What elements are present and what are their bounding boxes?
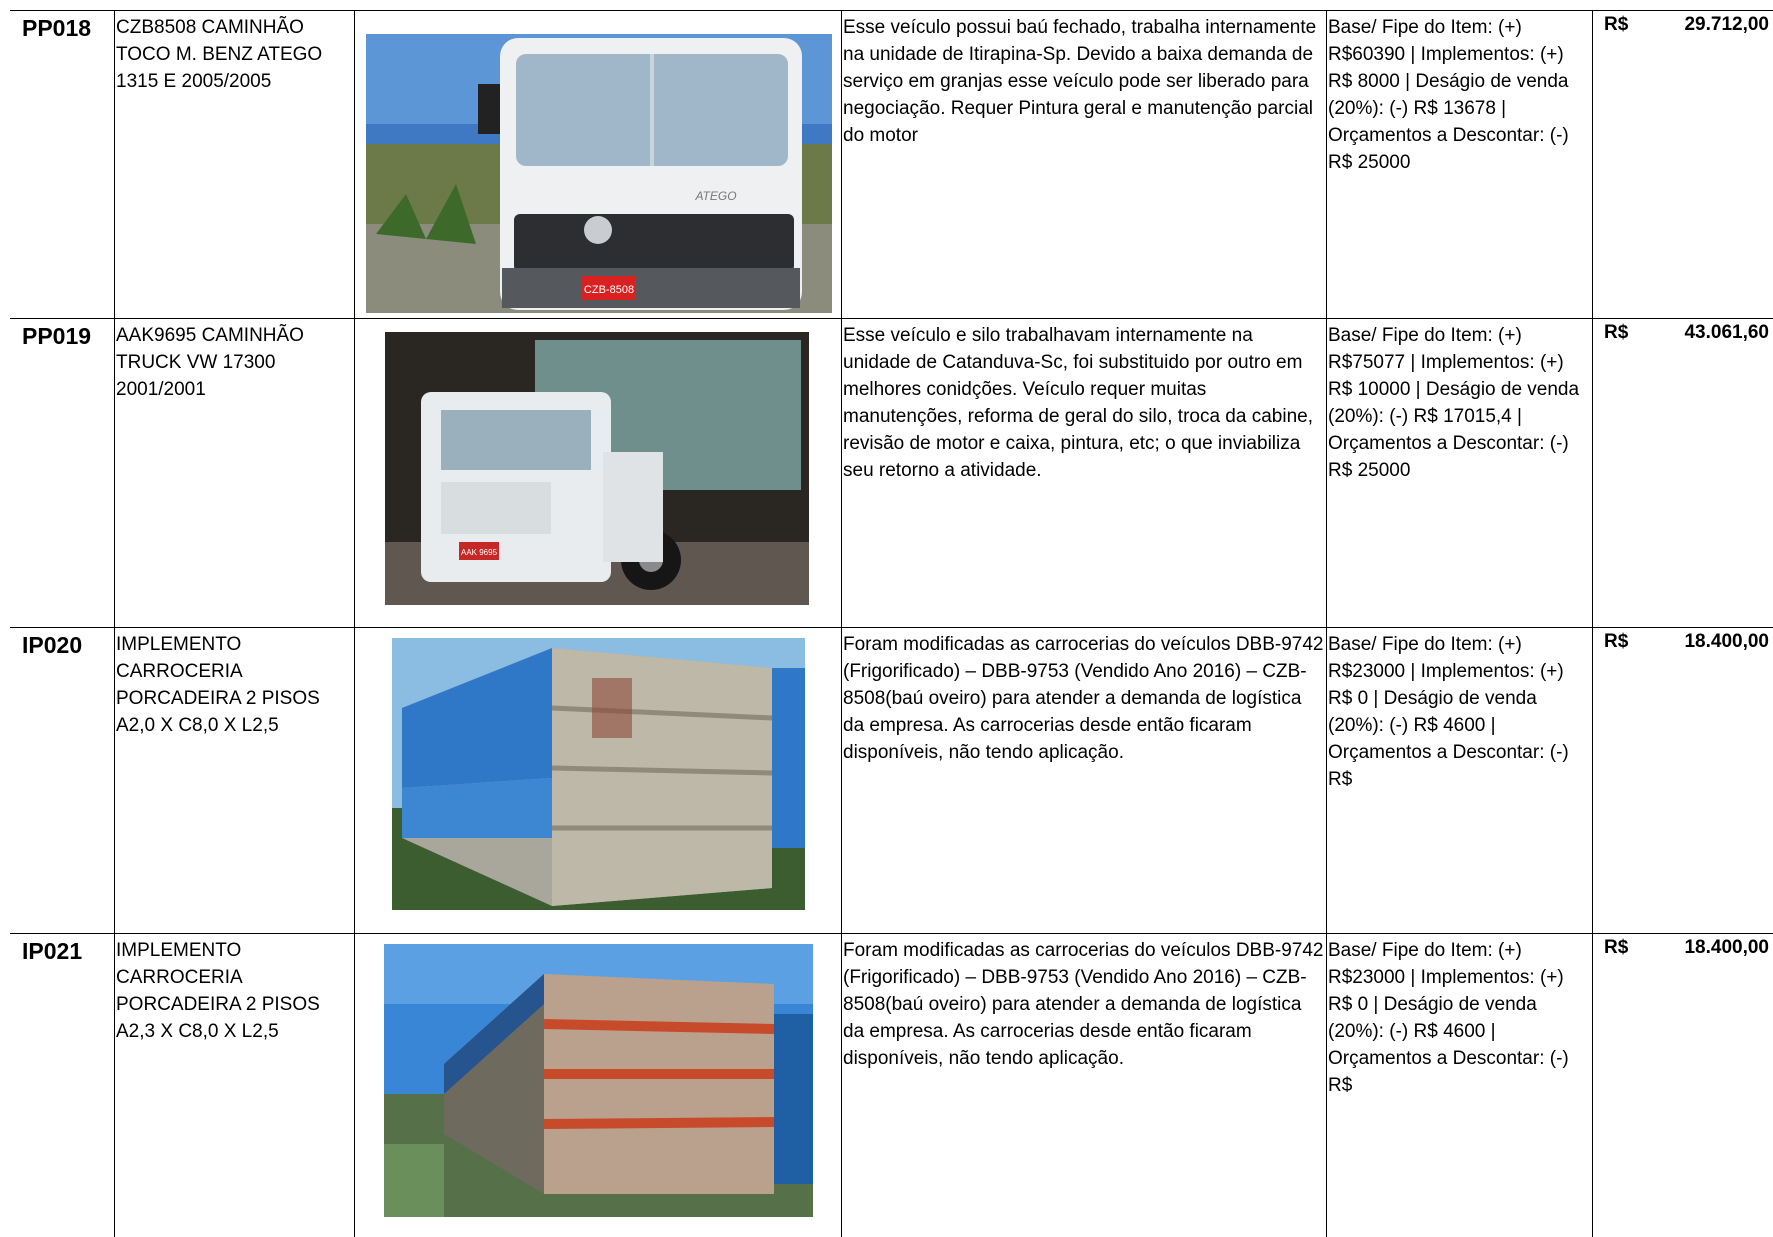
truck-body-photo — [384, 944, 813, 1217]
item-code: IP021 — [22, 938, 83, 964]
item-code: PP019 — [22, 323, 92, 349]
asset-table: PP018 CZB8508 CAMINHÃO TOCO M. BENZ ATEG… — [0, 0, 1773, 1237]
truck-photo: AAK 9695 — [385, 332, 809, 605]
model-badge-text: ATEGO — [694, 189, 736, 203]
value-calculation: Base/ Fipe do Item: (+) R$60390 | Implem… — [1328, 17, 1569, 173]
item-code: IP020 — [22, 632, 83, 658]
currency-label: R$ — [1604, 322, 1629, 343]
license-plate-text: CZB-8508 — [584, 284, 634, 296]
currency-label: R$ — [1604, 14, 1629, 35]
item-value: 43.061,60 — [1684, 322, 1769, 343]
currency-label: R$ — [1604, 937, 1629, 958]
item-code: PP018 — [22, 15, 92, 41]
truck-photo: CZB-8508 ATEGO — [366, 34, 832, 313]
value-calculation: Base/ Fipe do Item: (+) R$23000 | Implem… — [1328, 634, 1569, 790]
item-justification: Foram modificadas as carrocerias do veíc… — [843, 940, 1324, 1069]
value-calculation: Base/ Fipe do Item: (+) R$75077 | Implem… — [1328, 325, 1580, 481]
value-calculation: Base/ Fipe do Item: (+) R$23000 | Implem… — [1328, 940, 1569, 1096]
item-description: IMPLEMENTO CARROCERIA PORCADEIRA 2 PISOS… — [116, 634, 320, 736]
item-value: 18.400,00 — [1684, 937, 1769, 958]
item-description: CZB8508 CAMINHÃO TOCO M. BENZ ATEGO 1315… — [116, 17, 323, 92]
item-description: IMPLEMENTO CARROCERIA PORCADEIRA 2 PISOS… — [116, 940, 320, 1042]
table-row: PP019 AAK9695 CAMINHÃO TRUCK VW 17300 20… — [0, 319, 1773, 627]
table-row: IP020 IMPLEMENTO CARROCERIA PORCADEIRA 2… — [0, 628, 1773, 933]
table-row: PP018 CZB8508 CAMINHÃO TOCO M. BENZ ATEG… — [0, 11, 1773, 318]
license-plate-text: AAK 9695 — [461, 548, 498, 557]
item-description: AAK9695 CAMINHÃO TRUCK VW 17300 2001/200… — [116, 325, 304, 400]
item-justification: Esse veículo possui baú fechado, trabalh… — [843, 17, 1317, 146]
item-value: 29.712,00 — [1684, 14, 1769, 35]
item-justification: Esse veículo e silo trabalhavam internam… — [843, 325, 1313, 481]
truck-body-photo — [392, 638, 805, 910]
table-row: IP021 IMPLEMENTO CARROCERIA PORCADEIRA 2… — [0, 934, 1773, 1237]
item-value: 18.400,00 — [1684, 631, 1769, 652]
item-justification: Foram modificadas as carrocerias do veíc… — [843, 634, 1324, 763]
currency-label: R$ — [1604, 631, 1629, 652]
